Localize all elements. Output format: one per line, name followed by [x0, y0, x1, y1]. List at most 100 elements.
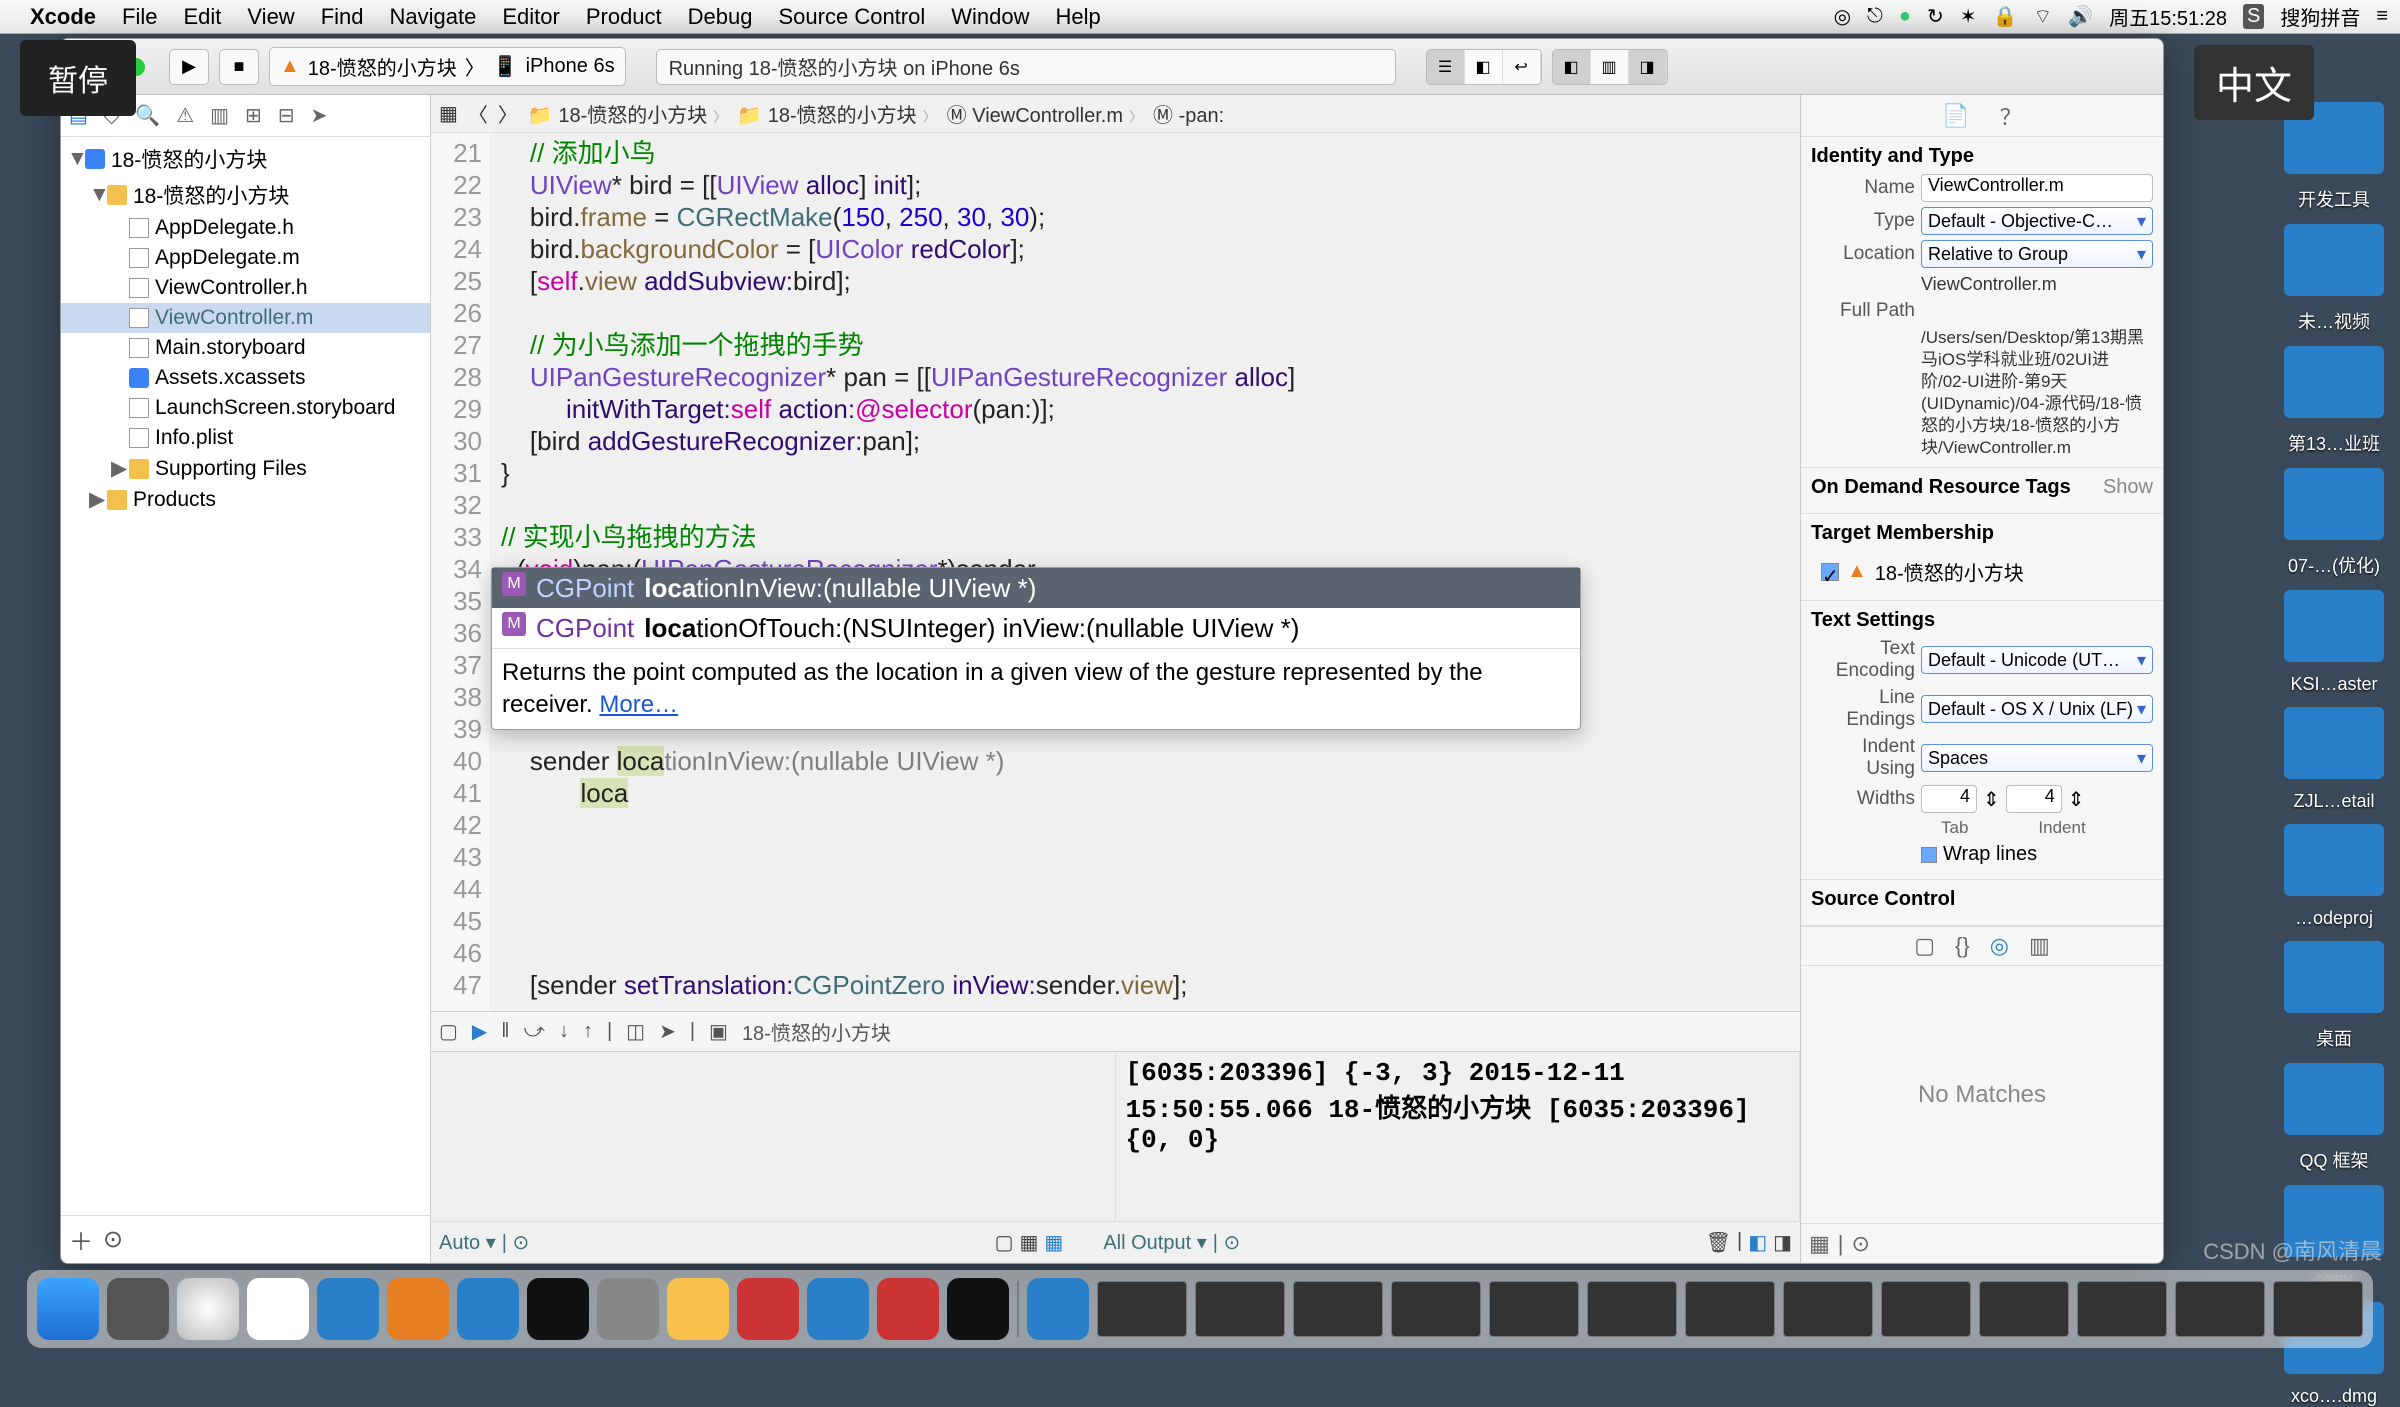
dock-window-thumb[interactable] — [1293, 1281, 1383, 1337]
menu-item[interactable]: Xcode — [30, 4, 96, 29]
menu-item[interactable]: Window — [951, 4, 1029, 29]
jumpbar-crumb[interactable]: Ⓜ ViewController.m — [947, 99, 1149, 128]
dock-app-icon[interactable] — [737, 1278, 799, 1340]
menu-item[interactable]: Help — [1056, 4, 1101, 29]
desktop-folder[interactable]: QQ 框架 — [2274, 1063, 2394, 1173]
target-checkbox[interactable]: ✓ — [1821, 563, 1839, 581]
autocomplete-item[interactable]: M CGPoint locationOfTouch:(NSUInteger) i… — [492, 608, 1580, 648]
dock-window-thumb[interactable] — [1979, 1281, 2069, 1337]
tree-row[interactable]: LaunchScreen.storyboard — [61, 393, 430, 423]
menu-item[interactable]: Find — [321, 4, 364, 29]
run-button[interactable]: ▶ — [169, 49, 209, 85]
jumpbar-crumb[interactable]: 📁 18-愤怒的小方块 — [528, 99, 733, 128]
dock-app-icon[interactable] — [947, 1278, 1009, 1340]
stop-button[interactable]: ■ — [219, 49, 259, 85]
desktop-folder[interactable]: 桌面 — [2274, 941, 2394, 1051]
dock-window-thumb[interactable] — [1489, 1281, 1579, 1337]
tree-row[interactable]: ▶Supporting Files — [61, 453, 430, 484]
desktop-folder[interactable]: 第13…业班 — [2274, 346, 2394, 456]
autocomplete-doc: Returns the point computed as the locati… — [492, 648, 1580, 729]
jumpbar-crumb[interactable]: Ⓜ -pan: — [1153, 99, 1236, 128]
indent-dropdown[interactable]: Spaces — [1921, 744, 2153, 772]
code-editor[interactable]: 21 22 23 24 25 26 27 28 29 30 31 32 33 3… — [431, 133, 1800, 1011]
menu-item[interactable]: Edit — [183, 4, 221, 29]
dock-app-icon[interactable] — [1027, 1278, 1089, 1340]
autocomplete-item[interactable]: M CGPoint locationInView:(nullable UIVie… — [492, 568, 1580, 608]
type-dropdown[interactable]: Default - Objective-C… — [1921, 207, 2153, 235]
menu-item[interactable]: Editor — [502, 4, 559, 29]
dock-app-icon[interactable] — [387, 1278, 449, 1340]
desktop-folder[interactable]: ZJL…etail — [2274, 707, 2394, 812]
navigator-bottom-bar[interactable]: ＋⊙ — [61, 1215, 430, 1263]
scheme-selector[interactable]: ▲ 18-愤怒的小方块 〉 📱 iPhone 6s — [269, 47, 626, 86]
tree-row[interactable]: Assets.xcassets — [61, 363, 430, 393]
indent-width[interactable]: 4 — [2006, 785, 2062, 813]
tree-row[interactable]: AppDelegate.h — [61, 213, 430, 243]
dock-settings-icon[interactable] — [597, 1278, 659, 1340]
dock-safari-icon[interactable] — [177, 1278, 239, 1340]
dock-terminal-icon[interactable] — [527, 1278, 589, 1340]
library-tabs[interactable]: ▢{}◎▥ — [1801, 926, 2163, 966]
desktop-folder[interactable]: …odeproj — [2274, 824, 2394, 929]
menu-item[interactable]: Product — [586, 4, 662, 29]
dock-finder-icon[interactable] — [37, 1278, 99, 1340]
dock-window-thumb[interactable] — [2175, 1281, 2265, 1337]
dock-window-thumb[interactable] — [2077, 1281, 2167, 1337]
name-field[interactable]: ViewController.m — [1921, 174, 2153, 202]
panel-toggle-segmented[interactable]: ◧▥◨ — [1552, 49, 1668, 85]
desktop-folder[interactable]: 07-…(优化) — [2274, 468, 2394, 578]
autocomplete-popup[interactable]: M CGPoint locationInView:(nullable UIVie… — [491, 567, 1581, 730]
menu-item[interactable]: Debug — [688, 4, 753, 29]
menu-item[interactable]: Navigate — [390, 4, 477, 29]
tree-row[interactable]: ▼18-愤怒的小方块 — [61, 177, 430, 213]
debug-bar[interactable]: ▢ ▶ ‖ ⤻ ↓ ↑ | ◫ ➤ | ▣ 18-愤怒的小方块 — [431, 1011, 1800, 1051]
desktop-folder[interactable]: 未…视频 — [2274, 224, 2394, 334]
editor-mode-segmented[interactable]: ☰◧↩ — [1426, 49, 1542, 85]
library-bottom[interactable]: ▦|⊙ — [1801, 1223, 2163, 1263]
dock-window-thumb[interactable] — [1881, 1281, 1971, 1337]
inspector-tabs[interactable]: 📄？ — [1801, 95, 2163, 137]
ime-icon[interactable]: S — [2243, 4, 2264, 29]
dock-app-icon[interactable] — [317, 1278, 379, 1340]
dock-window-thumb[interactable] — [1783, 1281, 1873, 1337]
dock-window-thumb[interactable] — [1195, 1281, 1285, 1337]
debug-bottom-bar[interactable]: Auto ▾| ⊙ ▢▦▦ All Output ▾| ⊙ 🗑|◧◨ — [431, 1221, 1800, 1263]
jump-bar[interactable]: ▦ 〈〉 📁 18-愤怒的小方块📁 18-愤怒的小方块Ⓜ ViewControl… — [431, 95, 1800, 133]
tree-row[interactable]: ▼18-愤怒的小方块 — [61, 141, 430, 177]
dock-app-icon[interactable] — [247, 1278, 309, 1340]
dock-sketch-icon[interactable] — [667, 1278, 729, 1340]
encoding-dropdown[interactable]: Default - Unicode (UT… — [1921, 646, 2153, 674]
notification-center-icon[interactable]: ≡ — [2376, 5, 2388, 28]
wrap-checkbox[interactable] — [1921, 847, 1937, 863]
desktop-folder[interactable]: KSI…aster — [2274, 590, 2394, 695]
dock-window-thumb[interactable] — [2273, 1281, 2363, 1337]
console-output[interactable]: [6035:203396] {-3, 3} 2015-12-11 15:50:5… — [1116, 1052, 1801, 1221]
jumpbar-crumb[interactable]: 📁 18-愤怒的小方块 — [737, 99, 942, 128]
dock-launchpad-icon[interactable] — [107, 1278, 169, 1340]
more-link[interactable]: More… — [599, 691, 678, 718]
menu-item[interactable]: View — [247, 4, 294, 29]
file-tree[interactable]: ▼18-愤怒的小方块 ▼18-愤怒的小方块 AppDelegate.h AppD… — [61, 137, 430, 1215]
tree-row[interactable]: AppDelegate.m — [61, 243, 430, 273]
dock-window-thumb[interactable] — [1685, 1281, 1775, 1337]
dock-window-thumb[interactable] — [1587, 1281, 1677, 1337]
dock-app-icon[interactable] — [877, 1278, 939, 1340]
console-area[interactable]: [6035:203396] {-3, 3} 2015-12-11 15:50:5… — [431, 1051, 1800, 1221]
dock[interactable] — [27, 1270, 2373, 1348]
tree-row[interactable]: ViewController.h — [61, 273, 430, 303]
dock-app-icon[interactable] — [807, 1278, 869, 1340]
tree-row[interactable]: ▶Products — [61, 484, 430, 515]
tree-row[interactable]: ViewController.m — [61, 303, 430, 333]
dock-app-icon[interactable] — [457, 1278, 519, 1340]
menu-item[interactable]: File — [122, 4, 157, 29]
menu-item[interactable]: Source Control — [779, 4, 926, 29]
variables-view[interactable] — [431, 1052, 1116, 1221]
tab-width[interactable]: 4 — [1921, 785, 1977, 813]
lineend-dropdown[interactable]: Default - OS X / Unix (LF) — [1921, 695, 2153, 723]
tree-row[interactable]: Info.plist — [61, 423, 430, 453]
location-dropdown[interactable]: Relative to Group — [1921, 240, 2153, 268]
tree-row[interactable]: Main.storyboard — [61, 333, 430, 363]
dock-window-thumb[interactable] — [1097, 1281, 1187, 1337]
dock-window-thumb[interactable] — [1391, 1281, 1481, 1337]
show-link[interactable]: Show — [2103, 476, 2153, 505]
